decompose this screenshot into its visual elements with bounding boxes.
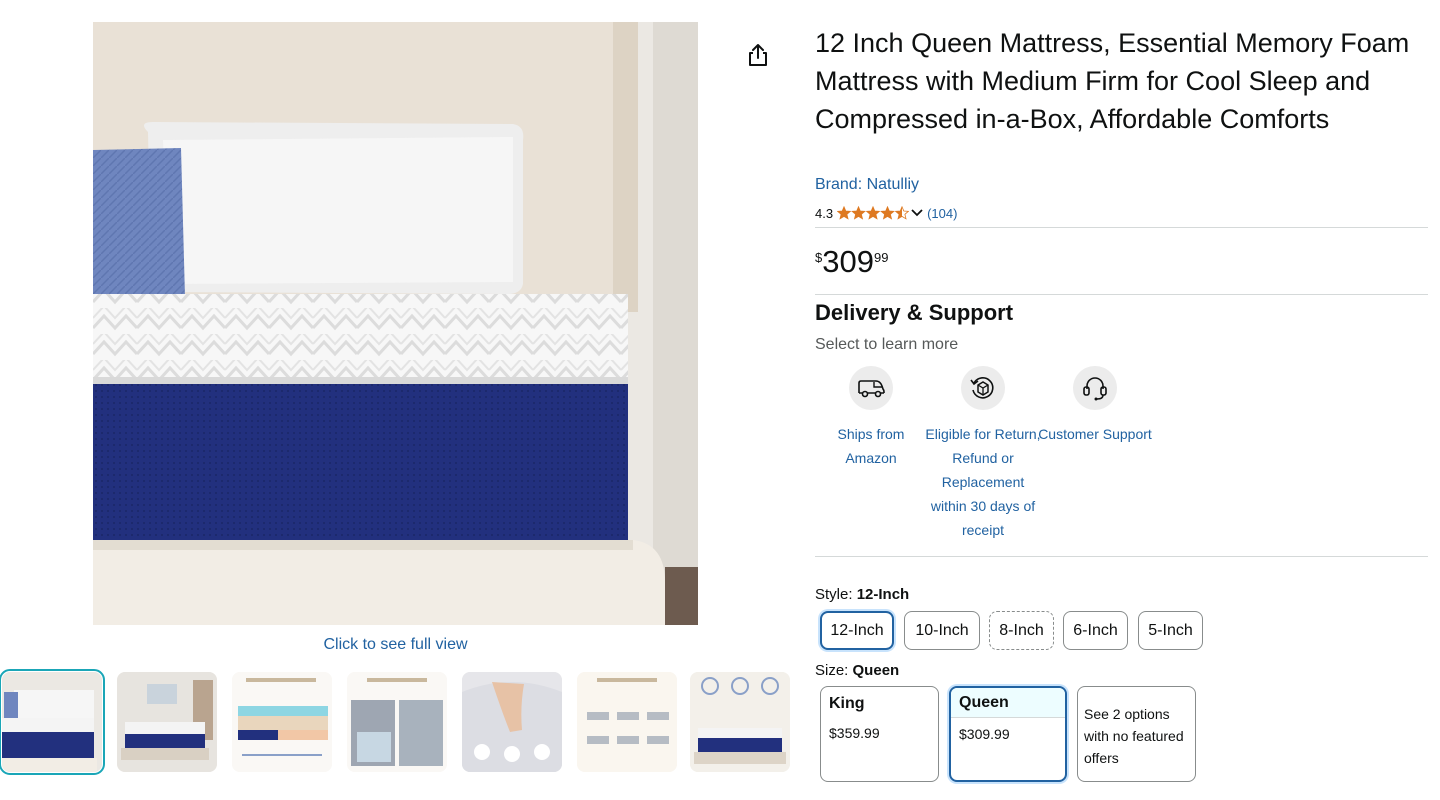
thumbnail-7[interactable] — [690, 672, 790, 772]
price-symbol: $ — [815, 250, 823, 265]
size-more-options[interactable]: See 2 options with no featured offers — [1077, 686, 1196, 782]
delivery-support-heading: Delivery & Support — [815, 300, 1014, 325]
ships-from-amazon-label: Ships from Amazon — [837, 426, 905, 466]
review-count-link[interactable]: (104) — [927, 206, 957, 221]
customer-support-label: Customer Support — [1038, 426, 1152, 442]
thumbnail-bedroom-icon — [117, 672, 217, 772]
size-selected-value: Queen — [852, 662, 900, 679]
chevron-down-icon[interactable] — [911, 208, 923, 218]
size-option-queen[interactable]: Queen $309.99 — [949, 686, 1067, 782]
ships-from-amazon[interactable]: Ships from Amazon — [811, 366, 931, 470]
return-box-icon — [961, 366, 1005, 410]
size-option-name: Queen — [951, 688, 1065, 718]
style-label-text: Style: — [815, 586, 857, 603]
delivery-van-icon — [849, 366, 893, 410]
rating-row: 4.3 (104) — [815, 204, 957, 222]
product-title: 12 Inch Queen Mattress, Essential Memory… — [815, 28, 1410, 134]
thumbnail-cover-icon — [347, 672, 447, 772]
thumbnail-2[interactable] — [117, 672, 217, 772]
price-whole: 309 — [822, 244, 874, 279]
size-option-king[interactable]: King $359.99 — [820, 686, 939, 782]
thumbnail-strip — [0, 669, 792, 776]
rating-score: 4.3 — [815, 205, 834, 221]
style-option-10-inch[interactable]: 10-Inch — [904, 611, 980, 650]
return-policy-label: Eligible for Return, Refund or Replaceme… — [925, 426, 1041, 538]
price-fraction: 99 — [873, 250, 889, 265]
star-rating-icon[interactable] — [837, 206, 909, 220]
thumbnail-4[interactable] — [347, 672, 447, 772]
style-option-12-inch[interactable]: 12-Inch — [820, 611, 894, 650]
brand-link[interactable]: Brand: Natulliy — [815, 176, 919, 194]
style-option-8-inch[interactable]: 8-Inch — [989, 611, 1054, 650]
thumbnail-bedtypes-icon — [577, 672, 677, 772]
thumbnail-mattress-icon — [2, 672, 102, 772]
thumbnail-hand-icon — [462, 672, 562, 772]
size-option-name: King — [829, 695, 865, 712]
thumbnail-6[interactable] — [577, 672, 677, 772]
style-option-6-inch[interactable]: 6-Inch — [1063, 611, 1128, 650]
share-icon[interactable] — [745, 42, 771, 68]
thumbnail-5[interactable] — [462, 672, 562, 772]
main-product-image[interactable] — [93, 22, 698, 625]
price: $30999 — [815, 244, 888, 280]
thumbnail-1[interactable] — [0, 669, 105, 775]
size-option-price: $309.99 — [959, 726, 1010, 742]
return-policy[interactable]: Eligible for Return, Refund or Replaceme… — [923, 366, 1043, 542]
mattress-image — [93, 22, 698, 625]
style-selected-value: 12-Inch — [856, 586, 910, 603]
divider — [815, 556, 1428, 557]
divider — [815, 227, 1428, 228]
thumbnail-layers-icon — [232, 672, 332, 772]
thumbnail-3[interactable] — [232, 672, 332, 772]
style-option-5-inch[interactable]: 5-Inch — [1138, 611, 1203, 650]
style-label: Style: 12-Inch — [815, 586, 909, 603]
divider — [815, 294, 1428, 295]
headset-icon — [1073, 366, 1117, 410]
customer-support[interactable]: Customer Support — [1035, 366, 1155, 446]
full-view-link[interactable]: Click to see full view — [93, 636, 698, 654]
size-label-text: Size: — [815, 662, 853, 679]
size-more-options-note: See 2 options with no featured offers — [1084, 706, 1184, 766]
size-option-price: $359.99 — [829, 725, 880, 741]
thumbnail-features-icon — [690, 672, 790, 772]
delivery-support-subtitle: Select to learn more — [815, 336, 959, 353]
size-label: Size: Queen — [815, 662, 899, 679]
